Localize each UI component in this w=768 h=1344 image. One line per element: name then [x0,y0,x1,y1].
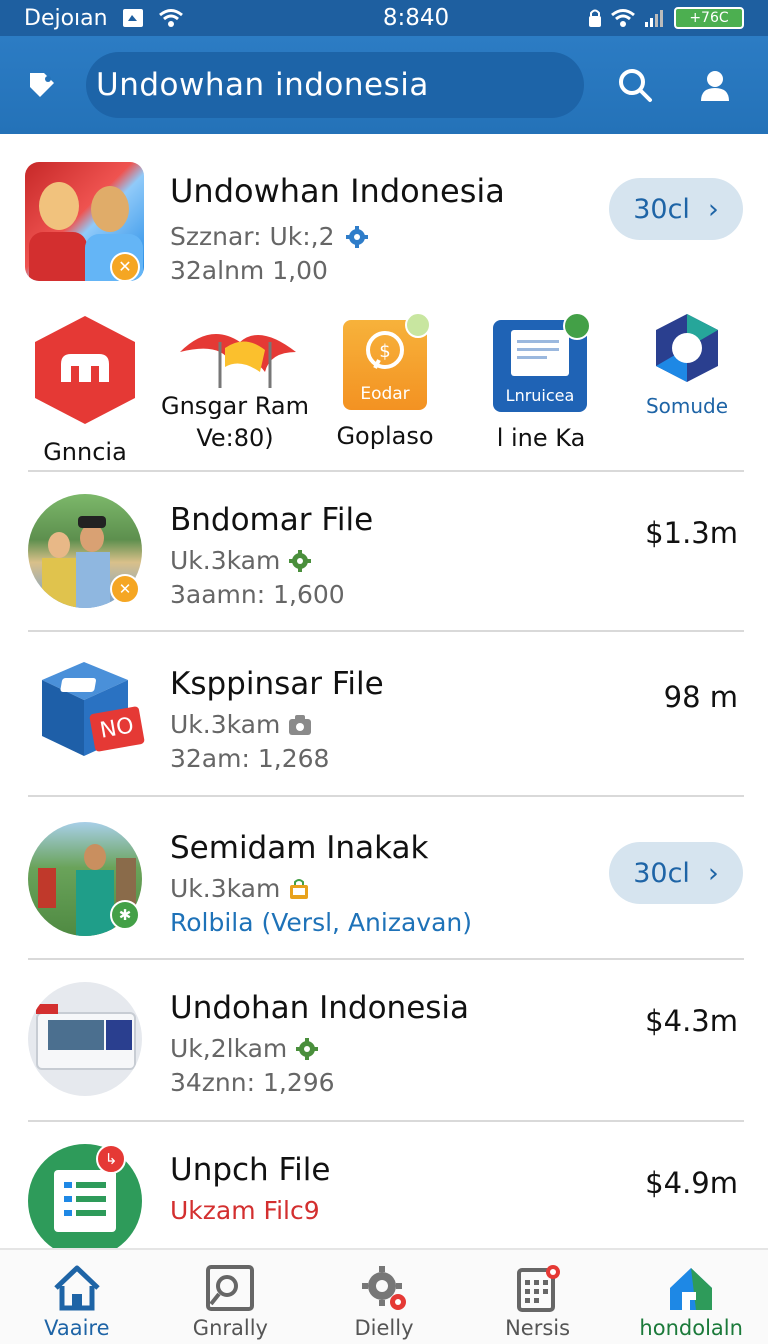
wifi-icon [611,9,635,27]
nav-item-settings[interactable]: Dielly [307,1250,461,1344]
app-tile-somude[interactable]: Somude [612,312,762,418]
flags-app-icon [170,312,300,388]
profile-icon[interactable] [686,56,744,114]
divider [28,630,744,632]
item-link[interactable]: Rolbila (Versl, Anizavan) [170,908,472,937]
calendar-icon [516,1265,560,1312]
hexagon-app-icon [27,312,143,428]
nav-item-calendar[interactable]: Nersis [461,1250,615,1344]
gear-icon [296,1037,319,1060]
signal-icon [645,10,663,27]
gallery-icon [206,1265,255,1311]
chevron-right-icon: › [707,193,719,225]
list-item[interactable]: NO Ksppinsar File Uk.3kam 32am: 1,268 98… [0,648,768,808]
bottom-nav: Vaaire Gnrally Dielly Nersis hondolaln [0,1248,768,1344]
cube-thumbnail-icon: NO [38,658,145,762]
camera-icon [289,714,312,735]
gear-icon [345,225,368,248]
settings-icon [361,1266,406,1310]
tag-icon[interactable] [16,59,68,111]
item-price: $4.9m [645,1166,738,1200]
item-title: Unpch File [170,1152,331,1188]
nav-item-gallery[interactable]: Gnrally [154,1250,308,1344]
app-tile-gnsgar[interactable]: Gnsgar Ram Ve:80) [160,312,310,452]
list-item[interactable]: ✕ Bndomar File Uk.3kam 3aamn: 1,600 $1.3… [0,484,768,644]
status-time: 8:840 [382,5,450,31]
battery-icon: +76C [674,7,744,29]
status-bar: Dejoıan 8:840 +76C [0,0,768,36]
svg-text:$: $ [379,341,390,362]
polygon-app-icon [652,312,722,384]
image-notification-icon [122,9,143,27]
search-icon[interactable] [606,56,664,114]
gear-icon [289,549,312,572]
chat-app-icon: $ Eodar [343,312,431,410]
open-button[interactable]: 30cl › [609,842,743,904]
bag-icon [290,878,309,899]
carrier-label: Dejoıan [24,5,108,31]
item-price: $4.3m [645,1004,738,1038]
featured-meta: 32alnm 1,00 [170,256,328,285]
star-badge-icon: ✕ [110,252,140,282]
list-item[interactable]: Undohan Indonesia Uk,2lkam 34znn: 1,296 … [0,972,768,1132]
item-thumbnail [28,982,142,1096]
home-icon [54,1265,100,1311]
item-title: Undohan Indonesia [170,990,470,1026]
item-price: 98 m [663,680,738,714]
divider [28,795,744,797]
item-title: Bndomar File [170,502,374,538]
brand-home-icon [670,1268,713,1310]
chevron-right-icon: › [707,857,719,889]
item-price: $1.3m [645,516,738,550]
divider [28,1120,744,1122]
featured-item[interactable]: ✕ Undowhan Indonesia Szznar: Uk:,2 32aln… [0,150,768,300]
divider [28,470,744,472]
item-title: Semidam Inakak [170,830,429,866]
app-tile-goplaso[interactable]: $ Eodar Goplaso [310,312,460,450]
lock-icon [589,9,601,27]
badge-icon: ↳ [96,1144,126,1174]
list-item[interactable]: ↳ Unpch File Ukzam Filc9 $4.9m [0,1134,768,1258]
wifi-icon [158,9,183,27]
divider [28,958,744,960]
apps-row: Gnncia Gnsgar Ram Ve:80) $ Eodar Goplaso… [0,312,768,466]
search-input[interactable]: Undowhan indonesia [86,52,584,118]
nav-item-brand[interactable]: hondolaln [614,1250,768,1344]
list-item[interactable]: ✱ Semidam Inakak Uk.3kam Rolbila (Versl,… [0,812,768,972]
featured-title: Undowhan Indonesia [170,172,505,210]
item-title: Ksppinsar File [170,666,384,702]
badge-icon: ✱ [110,900,140,930]
document-app-icon: Lnruicea [493,312,591,412]
app-tile-line-ka[interactable]: Lnruicea l ine Ka [466,312,616,452]
nav-item-home[interactable]: Vaaire [0,1250,154,1344]
app-header: Undowhan indonesia [0,36,768,134]
featured-subtitle: Szznar: Uk:,2 [170,222,335,251]
badge-icon: ✕ [110,574,140,604]
open-button[interactable]: 30cl › [609,178,743,240]
app-tile-gnncia[interactable]: Gnncia [10,312,160,466]
